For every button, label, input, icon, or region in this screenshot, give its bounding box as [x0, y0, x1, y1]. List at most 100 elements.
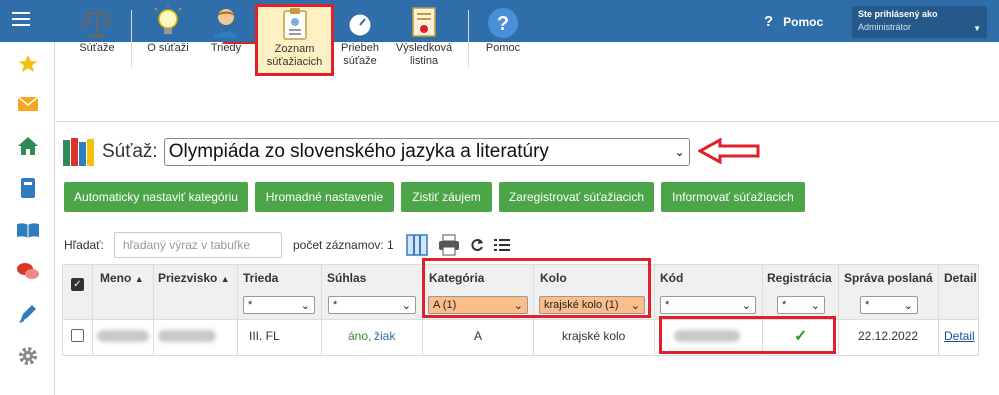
auto-category-button[interactable]: Automaticky nastaviť kategóriu: [64, 182, 248, 212]
header-kolo[interactable]: Kolo: [540, 271, 567, 285]
bulk-settings-button[interactable]: Hromadné nastavenie: [255, 182, 394, 212]
toolbar-progress-label-1: Priebeh: [341, 42, 379, 54]
certificate-icon: [412, 7, 436, 37]
toolbar-competitors-label-1: Zoznam: [274, 43, 315, 55]
chevron-down-icon: ⌄: [674, 145, 685, 159]
envelope-icon[interactable]: [16, 92, 40, 116]
user-dropdown[interactable]: Ste prihlásený ako Administrátor ▼: [852, 6, 987, 38]
header-kategoria[interactable]: Kategória: [429, 271, 484, 285]
toolbar-results-button[interactable]: Výsledková listina: [391, 6, 457, 76]
header-meno[interactable]: Meno ▲: [100, 271, 144, 285]
filter-kolo[interactable]: krajské kolo (1) ⌄: [539, 296, 645, 314]
column-divider: [654, 264, 655, 356]
header-registracia[interactable]: Registrácia: [767, 271, 832, 285]
detail-link[interactable]: Detail: [944, 329, 975, 343]
sort-asc-icon: ▲: [220, 274, 230, 284]
register-competitors-button[interactable]: Zaregistrovať súťažiacich: [499, 182, 654, 212]
svg-text:?: ?: [497, 13, 509, 35]
column-divider: [422, 264, 423, 356]
top-help-link[interactable]: ? Pomoc: [764, 13, 823, 30]
user-status-label: Ste prihlásený ako: [858, 9, 938, 19]
competition-row: Súťaž: Olympiáda zo slovenského jazyka a…: [62, 136, 690, 168]
home-icon[interactable]: [16, 134, 40, 158]
filter-kod[interactable]: * ⌄: [660, 296, 756, 314]
search-label: Hľadať:: [64, 238, 105, 252]
header-sprava[interactable]: Správa poslaná: [844, 271, 933, 285]
column-divider: [321, 264, 322, 356]
cell-kategoria: A: [474, 329, 483, 343]
filter-sprava[interactable]: * ⌄: [860, 296, 918, 314]
header-priezvisko[interactable]: Priezvisko ▲: [158, 271, 230, 285]
stopwatch-icon: [346, 7, 374, 39]
row-checkbox[interactable]: [71, 329, 84, 342]
competition-label: Súťaž:: [102, 141, 158, 162]
toolbar-competitions-label: Súťaže: [79, 42, 115, 54]
filter-kategoria[interactable]: A (1) ⌄: [428, 296, 528, 314]
clipboard-icon: [282, 8, 307, 40]
refresh-icon[interactable]: [470, 237, 484, 253]
competition-selected-value: Olympiáda zo slovenského jazyka a litera…: [168, 141, 549, 162]
toolbar-about-button[interactable]: O súťaži: [140, 6, 196, 76]
hamburger-menu-icon[interactable]: [12, 12, 30, 28]
header-detail: Detail: [944, 271, 977, 285]
toolbar-help-button[interactable]: ? Pomoc: [480, 6, 526, 76]
header-suhlas[interactable]: Súhlas: [327, 271, 366, 285]
redacted-last-name: [158, 330, 216, 342]
student-icon: [214, 9, 238, 38]
toolbar-separator: [468, 10, 469, 68]
filter-trieda[interactable]: * ⌄: [243, 296, 315, 314]
chevron-down-icon: ⌄: [630, 299, 640, 312]
select-all-checkbox[interactable]: ✓: [71, 278, 84, 291]
registration-check-icon: ✓: [794, 328, 808, 345]
column-divider: [237, 264, 238, 356]
list-icon[interactable]: [494, 238, 510, 252]
column-divider: [762, 264, 763, 356]
toolbar-results-label-1: Výsledková: [395, 42, 453, 54]
inform-competitors-button[interactable]: Informovať súťažiacich: [661, 182, 805, 212]
chevron-down-icon: ▼: [973, 24, 981, 33]
column-divider: [533, 264, 534, 356]
sort-asc-icon: ▲: [134, 274, 144, 284]
filter-registracia[interactable]: * ⌄: [777, 296, 825, 314]
columns-icon[interactable]: [406, 234, 428, 256]
toolbar-separator: [131, 10, 132, 68]
header-trieda[interactable]: Trieda: [243, 271, 278, 285]
filter-suhlas[interactable]: * ⌄: [328, 296, 416, 314]
question-icon: ?: [764, 13, 774, 30]
user-role: Administrátor: [858, 22, 912, 32]
print-icon[interactable]: [438, 234, 460, 256]
chevron-down-icon: ⌄: [401, 299, 411, 312]
toolbar-classes-button[interactable]: Triedy: [204, 6, 248, 76]
question-icon: ?: [488, 8, 518, 38]
toolbar-classes-label: Triedy: [210, 42, 242, 54]
cell-suhlas-ziak[interactable]: žiak: [374, 329, 395, 343]
toolbar-competitions-button[interactable]: Súťaže: [72, 6, 122, 76]
star-icon[interactable]: [16, 52, 40, 76]
chat-bubbles-icon[interactable]: [16, 260, 40, 284]
check-interest-button[interactable]: Zistiť záujem: [401, 182, 492, 212]
toolbar-competitors-list-button[interactable]: Zoznam súťažiacich: [255, 4, 334, 76]
pencil-icon[interactable]: [16, 302, 40, 326]
scales-icon: [81, 9, 113, 38]
table-tools: [406, 234, 510, 256]
competition-select[interactable]: Olympiáda zo slovenského jazyka a litera…: [163, 138, 690, 166]
lightbulb-icon: [154, 6, 182, 34]
redacted-code: [674, 330, 740, 342]
chevron-down-icon: ⌄: [300, 299, 310, 312]
notebook-icon[interactable]: [16, 176, 40, 200]
column-divider: [92, 264, 93, 356]
column-divider: [938, 264, 939, 356]
toolbar-progress-label-2: súťaže: [343, 55, 377, 67]
search-input[interactable]: hľadaný výraz v tabuľke: [114, 232, 282, 258]
toolbar: [56, 42, 999, 122]
chevron-down-icon: ⌄: [810, 299, 820, 312]
gear-icon[interactable]: [16, 344, 40, 368]
column-divider: [838, 264, 839, 356]
toolbar-progress-button[interactable]: Priebeh súťaže: [339, 6, 381, 76]
toolbar-help-label: Pomoc: [485, 42, 521, 54]
header-kod[interactable]: Kód: [660, 271, 683, 285]
open-book-icon[interactable]: [16, 218, 40, 242]
red-arrow-annotation-icon: [698, 138, 760, 164]
top-help-label: Pomoc: [783, 14, 824, 29]
toolbar-results-label-2: listina: [409, 55, 439, 67]
